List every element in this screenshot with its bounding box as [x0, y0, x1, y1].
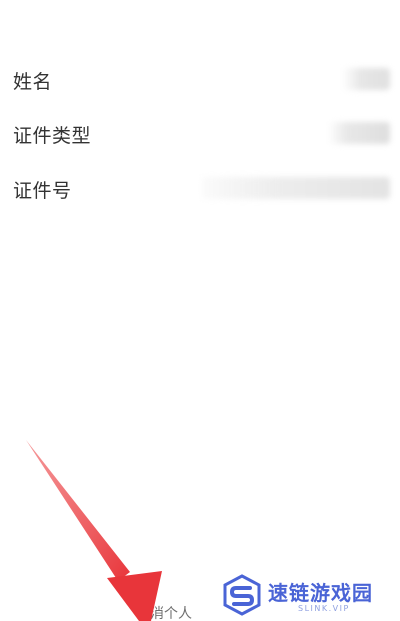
field-value-name-redacted	[342, 68, 390, 90]
field-row-name: 姓名	[0, 64, 400, 94]
field-label-id-type: 证件类型	[13, 125, 92, 147]
watermark-subtitle: SLINK.VIP	[298, 604, 350, 613]
cancel-personal-link[interactable]: 取消个人	[136, 603, 192, 621]
watermark: 速链游戏园 SLINK.VIP	[212, 568, 400, 621]
watermark-title: 速链游戏园	[268, 581, 373, 605]
s-logo-icon	[223, 574, 261, 616]
field-row-id-number: 证件号	[0, 173, 400, 203]
field-value-id-number-redacted	[202, 177, 390, 199]
field-label-id-number: 证件号	[13, 180, 72, 202]
field-value-id-type-redacted	[328, 122, 390, 144]
field-row-id-type: 证件类型	[0, 118, 400, 148]
profile-screen: 姓名 证件类型 证件号 取消个人 速链游戏园 SLINK.VIP	[0, 0, 400, 621]
field-label-name: 姓名	[13, 71, 53, 93]
